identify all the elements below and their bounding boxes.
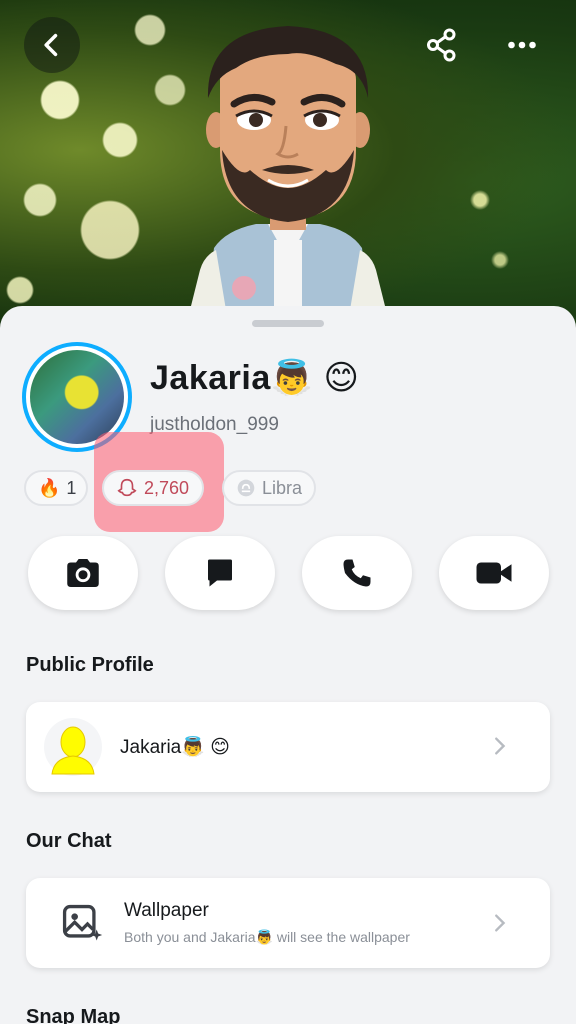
public-profile-heading: Public Profile bbox=[26, 654, 154, 676]
chevron-left-icon bbox=[44, 33, 58, 57]
snap-score: 2,760 bbox=[144, 477, 190, 498]
wallpaper-row[interactable]: Wallpaper Both you and Jakaria👼 will see… bbox=[26, 878, 550, 968]
more-icon bbox=[508, 41, 536, 49]
wallpaper-title: Wallpaper bbox=[124, 900, 209, 921]
chat-icon bbox=[208, 559, 232, 587]
wallpaper-icon bbox=[62, 904, 103, 941]
snap-score-chip[interactable]: 2,760 bbox=[102, 470, 204, 506]
phone-icon bbox=[343, 559, 371, 587]
bitmoji-avatar[interactable] bbox=[186, 20, 390, 310]
streak-count: 1 bbox=[66, 477, 77, 498]
public-profile-row[interactable]: Jakaria👼 😊 bbox=[26, 702, 550, 792]
zodiac-label: Libra bbox=[261, 477, 302, 498]
video-icon bbox=[476, 562, 512, 584]
share-icon bbox=[427, 28, 456, 62]
ghost-icon bbox=[117, 478, 137, 497]
chevron-right-icon bbox=[495, 914, 506, 932]
public-profile-name: Jakaria👼 😊 bbox=[120, 737, 230, 758]
our-chat-heading: Our Chat bbox=[26, 830, 112, 852]
share-button[interactable] bbox=[414, 17, 470, 73]
more-options-button[interactable] bbox=[494, 17, 550, 73]
chat-button[interactable] bbox=[165, 536, 275, 610]
silhouette-icon bbox=[51, 726, 95, 775]
public-profile-avatar bbox=[44, 718, 102, 776]
profile-card: Jakaria👼 😊 justholdon_999 🔥 1 2,760 Libr… bbox=[0, 306, 576, 1024]
chevron-right-icon bbox=[495, 737, 506, 755]
back-button[interactable] bbox=[24, 17, 80, 73]
wallpaper-subtitle: Both you and Jakaria👼 will see the wallp… bbox=[124, 929, 410, 945]
zodiac-chip[interactable]: Libra bbox=[222, 470, 316, 506]
drag-handle[interactable] bbox=[252, 320, 324, 327]
video-call-button[interactable] bbox=[439, 536, 549, 610]
profile-photo bbox=[30, 350, 124, 444]
streak-chip[interactable]: 🔥 1 bbox=[24, 470, 88, 506]
snap-map-heading: Snap Map bbox=[26, 1006, 121, 1024]
camera-button[interactable] bbox=[28, 536, 138, 610]
fire-icon: 🔥 bbox=[38, 477, 61, 498]
zodiac-icon bbox=[237, 479, 255, 497]
camera-icon bbox=[67, 559, 99, 587]
call-button[interactable] bbox=[302, 536, 412, 610]
display-name: Jakaria👼 😊 bbox=[150, 359, 360, 397]
profile-header-background bbox=[0, 0, 576, 340]
